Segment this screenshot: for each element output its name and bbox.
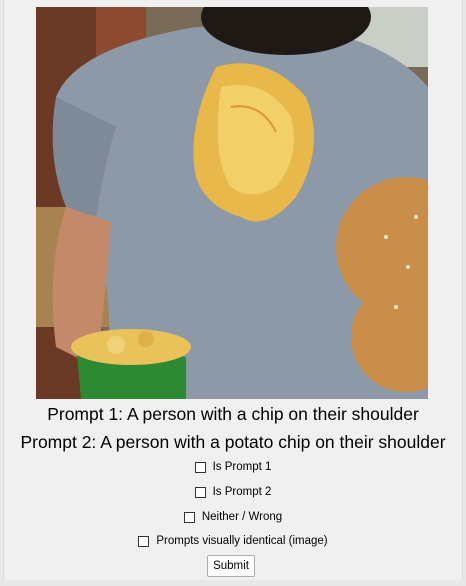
option-neither[interactable]: Neither / Wrong: [0, 509, 466, 525]
option-is-prompt-1[interactable]: Is Prompt 1: [0, 459, 466, 475]
option-is-prompt-2-label: Is Prompt 2: [212, 486, 272, 498]
checkbox-neither[interactable]: [183, 511, 195, 523]
prompt-2-text: Prompt 2: A person with a potato chip on…: [20, 432, 446, 452]
checkbox-is-prompt-1[interactable]: [194, 461, 206, 473]
option-neither-label: Neither / Wrong: [201, 511, 283, 523]
submit-button[interactable]: Submit: [207, 555, 255, 577]
option-is-prompt-1-label: Is Prompt 1: [212, 461, 272, 473]
checkbox-identical[interactable]: [138, 535, 150, 547]
checkbox-is-prompt-2[interactable]: [194, 486, 206, 498]
option-identical[interactable]: Prompts visually identical (image): [0, 533, 466, 549]
option-identical-label: Prompts visually identical (image): [156, 535, 328, 547]
stimulus-image: [36, 7, 428, 399]
option-is-prompt-2[interactable]: Is Prompt 2: [0, 484, 466, 500]
prompt-1-text: Prompt 1: A person with a chip on their …: [47, 404, 419, 424]
